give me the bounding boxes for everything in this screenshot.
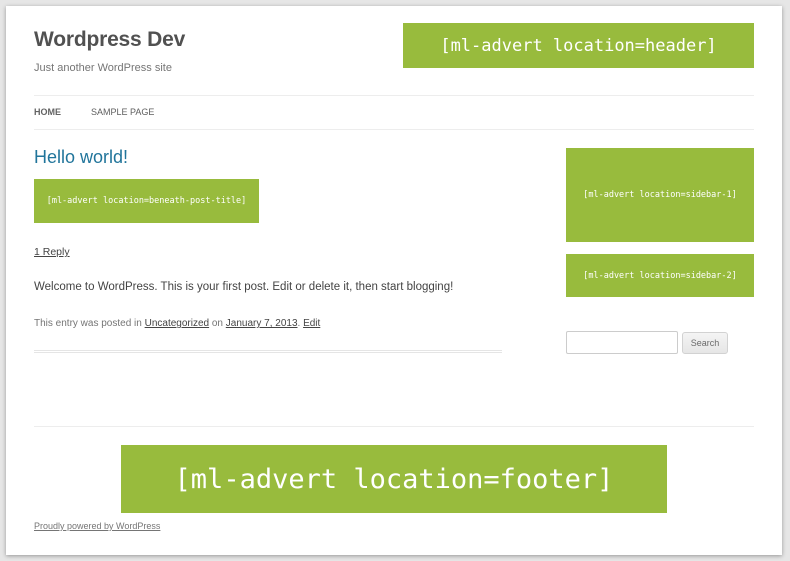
- advert-sidebar-2: [ml-advert location=sidebar-2]: [566, 254, 754, 297]
- nav-bottom-divider: [34, 129, 754, 130]
- nav-item-home[interactable]: HOME: [34, 107, 61, 117]
- edit-link[interactable]: Edit: [303, 318, 320, 329]
- entry-meta-on: on: [211, 318, 223, 329]
- search-button[interactable]: Search: [682, 332, 728, 354]
- entry-meta-prefix: This entry was posted in: [34, 318, 142, 329]
- page: Wordpress Dev Just another WordPress sit…: [6, 6, 782, 555]
- reply-link[interactable]: 1 Reply: [34, 246, 70, 258]
- advert-footer: [ml-advert location=footer]: [121, 445, 667, 513]
- advert-sidebar-1: [ml-advert location=sidebar-1]: [566, 148, 754, 242]
- footer-divider: [34, 426, 754, 427]
- entry-meta: This entry was posted in Uncategorized o…: [34, 318, 320, 329]
- nav-top-divider: [34, 95, 754, 96]
- search-input[interactable]: [566, 331, 678, 354]
- advert-header: [ml-advert location=header]: [403, 23, 754, 68]
- date-link[interactable]: January 7, 2013: [226, 318, 298, 329]
- footer-credit-link[interactable]: Proudly powered by WordPress: [34, 521, 160, 531]
- post-separator: [34, 350, 502, 353]
- category-link[interactable]: Uncategorized: [145, 318, 209, 329]
- site-description: Just another WordPress site: [34, 62, 172, 74]
- post-title[interactable]: Hello world!: [34, 147, 128, 168]
- post-content: Welcome to WordPress. This is your first…: [34, 281, 454, 293]
- site-title[interactable]: Wordpress Dev: [34, 28, 185, 52]
- nav-item-sample-page[interactable]: SAMPLE PAGE: [91, 107, 154, 117]
- advert-beneath-post-title: [ml-advert location=beneath-post-title]: [34, 179, 259, 223]
- entry-meta-separator: .: [297, 318, 301, 329]
